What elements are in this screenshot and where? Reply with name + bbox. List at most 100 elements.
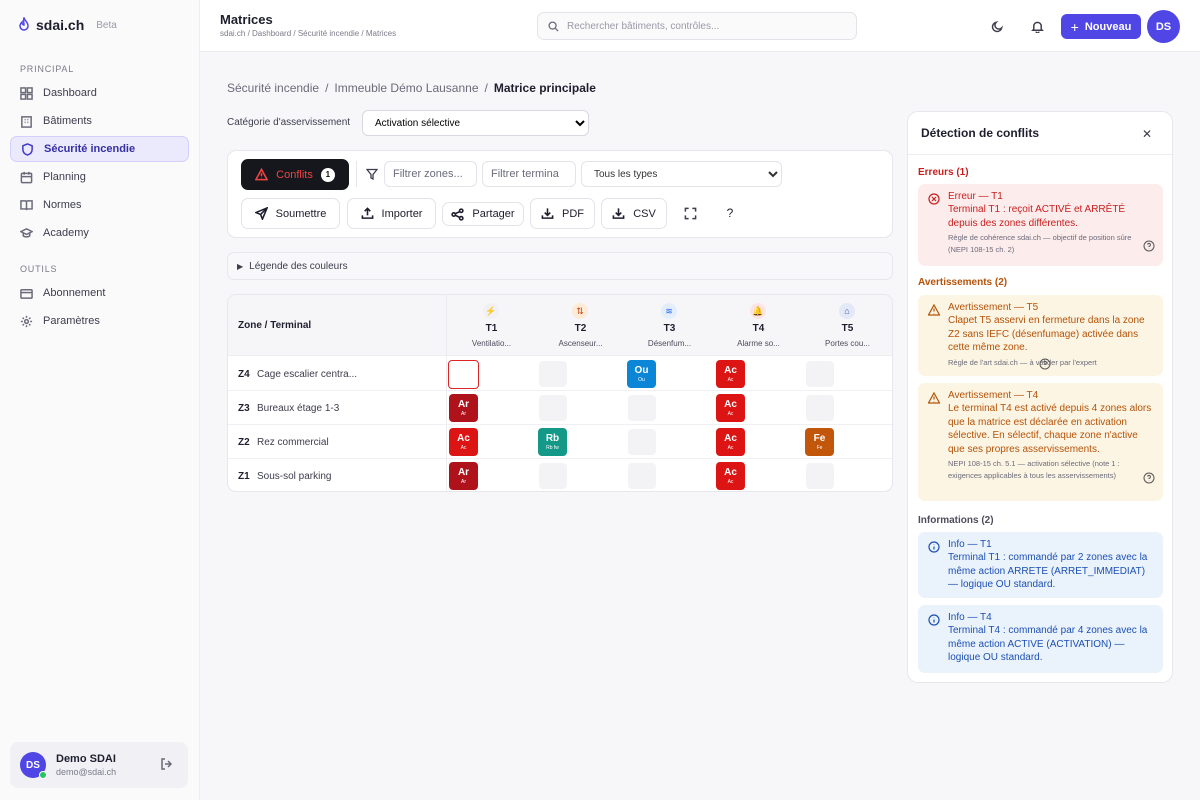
csv-button[interactable]: CSV (601, 198, 667, 229)
submit-button[interactable]: Soumettre (241, 198, 340, 229)
fullscreen-button[interactable] (679, 202, 701, 224)
conflicts-label: Conflits (276, 168, 313, 181)
terminal-column-header[interactable]: ⚡ T1 Ventilatio... (447, 295, 536, 356)
dashboard-icon (20, 86, 33, 100)
action-sub: Ar (461, 411, 466, 417)
error-card[interactable]: Erreur — T1 Terminal T1 : reçoit ACTIVÉ … (918, 184, 1163, 266)
search-input[interactable] (567, 20, 847, 32)
filter-zones-input[interactable] (384, 161, 477, 187)
category-select[interactable]: Activation sélective (362, 110, 589, 136)
bell-icon (1030, 21, 1044, 33)
terminal-code: T3 (663, 323, 676, 334)
matrix-cell-action[interactable]: Ac Ac (716, 360, 745, 388)
action-sub: Fe (816, 445, 823, 451)
action-code: Ac (724, 399, 737, 410)
warning-card[interactable]: Avertissement — T4 Le terminal T4 est ac… (918, 383, 1163, 501)
help-circle-icon[interactable] (1143, 240, 1155, 252)
sidebar-item-abonnement[interactable]: Abonnement (10, 280, 189, 306)
avatar[interactable]: DS (20, 752, 47, 779)
submit-label: Soumettre (275, 207, 327, 220)
breadcrumb-current: Matrice principale (493, 81, 596, 95)
logout-icon[interactable] (160, 757, 174, 771)
brand[interactable]: sdai.ch Beta (0, 0, 199, 50)
caret-right-icon: ▶ (237, 261, 244, 271)
matrix-cell-action[interactable]: Ou Ou (627, 360, 656, 388)
matrix-cell-empty[interactable] (628, 463, 656, 489)
matrix-cell-empty[interactable] (628, 395, 656, 421)
terminal-column-header[interactable]: ⇅ T2 Ascenseur... (536, 295, 625, 356)
theme-toggle-button[interactable] (986, 15, 1008, 37)
sidebar-item-planning[interactable]: Planning (10, 164, 189, 190)
warning-triangle-icon (928, 392, 940, 404)
breadcrumb-item[interactable]: Immeuble Démo Lausanne (334, 81, 478, 95)
sidebar-item-academy[interactable]: Academy (10, 220, 189, 246)
color-legend-toggle[interactable]: ▶ Légende des couleurs (227, 252, 893, 280)
share-button[interactable]: Partager (442, 202, 524, 226)
zone-code: Z2 (238, 437, 250, 448)
close-icon[interactable]: ✕ (1142, 127, 1152, 141)
sidebar-item-securite-incendie[interactable]: Sécurité incendie (10, 136, 189, 162)
type-select[interactable]: Tous les types (581, 161, 782, 187)
sidebar-item-parametres[interactable]: Paramètres (10, 308, 189, 334)
moon-icon (991, 20, 1003, 32)
terminal-type-icon: ⇅ (572, 303, 588, 319)
matrix-cell-action[interactable]: Ar Ar (449, 462, 478, 490)
sidebar-item-dashboard[interactable]: Dashboard (10, 80, 189, 106)
matrix-cell-action[interactable]: Ac Ac (716, 428, 745, 456)
panel-title: Détection de conflits (921, 126, 1040, 140)
terminal-description: Ventilatio... (471, 339, 512, 348)
brand-name: sdai.ch (36, 17, 85, 33)
search-box[interactable] (537, 12, 857, 40)
info-card[interactable]: Info — T1 Terminal T1 : commandé par 2 z… (918, 532, 1163, 598)
matrix-cell-action[interactable]: Ac Ac (716, 394, 745, 422)
sidebar: sdai.ch Beta PRINCIPAL Dashboard Bâtimen… (0, 0, 200, 800)
calendar-icon (20, 171, 33, 183)
matrix-cell-action[interactable]: Fe Fe (805, 428, 834, 456)
info-card[interactable]: Info — T4 Terminal T4 : commandé par 4 z… (918, 605, 1163, 673)
action-sub: Rb fw (546, 445, 559, 451)
action-sub: Ac (727, 445, 734, 451)
new-button[interactable]: + Nouveau (1061, 14, 1141, 39)
terminal-column-header[interactable]: 🔔 T4 Alarme so... (714, 295, 803, 356)
matrix-cell-empty[interactable] (806, 463, 834, 489)
help-button[interactable]: ? (719, 202, 741, 224)
matrix-cell-empty[interactable] (628, 429, 656, 455)
breadcrumb[interactable]: sdai.ch / Dashboard / Sécurité incendie … (220, 29, 396, 38)
matrix-cell-action[interactable]: Rb Rb fw (538, 428, 567, 456)
sidebar-item-normes[interactable]: Normes (10, 192, 189, 218)
sidebar-item-label: Normes (43, 199, 82, 211)
avatar[interactable]: DS (1147, 10, 1180, 43)
action-sub: Ac (460, 445, 467, 451)
new-button-label: Nouveau (1084, 20, 1132, 33)
terminal-code: T1 (485, 323, 498, 334)
action-code: Ac (457, 433, 470, 444)
pdf-button[interactable]: PDF (530, 198, 595, 229)
sidebar-item-batiments[interactable]: Bâtiments (10, 108, 189, 134)
breadcrumb-item[interactable]: Sécurité incendie (227, 81, 319, 95)
help-circle-icon[interactable] (1039, 358, 1051, 370)
matrix-cell-empty[interactable] (539, 463, 567, 489)
matrix-cell-empty[interactable] (806, 361, 834, 387)
notifications-button[interactable] (1026, 15, 1048, 37)
filter-terminals-input[interactable] (482, 161, 576, 187)
matrix-cell-selected[interactable] (448, 360, 479, 389)
errors-header: Erreurs (1) (918, 167, 969, 178)
sidebar-item-label: Sécurité incendie (44, 143, 136, 155)
matrix-cell-empty[interactable] (806, 395, 834, 421)
terminal-type-icon: ⌂ (839, 303, 855, 319)
matrix-cell-empty[interactable] (539, 395, 567, 421)
warning-card[interactable]: Avertissement — T5 Clapet T5 asservi en … (918, 295, 1163, 376)
action-sub: Ac (727, 377, 734, 383)
matrix-cell-action[interactable]: Ar Ar (449, 394, 478, 422)
import-button[interactable]: Importer (347, 198, 436, 229)
conflicts-button[interactable]: Conflits 1 (241, 159, 349, 190)
terminal-column-header[interactable]: ≋ T3 Désenfum... (625, 295, 714, 356)
online-status-dot (39, 771, 47, 779)
matrix-cell-action[interactable]: Ac Ac (449, 428, 478, 456)
legend-label: Légende des couleurs (249, 260, 348, 272)
matrix-cell-action[interactable]: Ac Ac (716, 462, 745, 490)
terminal-column-header[interactable]: ⌂ T5 Portes cou... (803, 295, 892, 356)
zone-name: Cage escalier centra... (257, 369, 358, 380)
matrix-cell-empty[interactable] (539, 361, 567, 387)
help-circle-icon[interactable] (1143, 472, 1155, 484)
